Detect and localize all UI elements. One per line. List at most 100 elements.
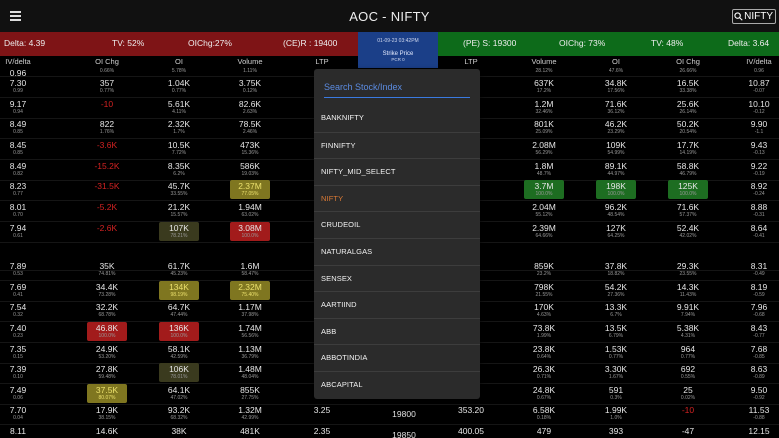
symbol-option[interactable]: CRUDEOIL <box>314 211 480 238</box>
call-volume: 78.5K 2.46% <box>230 119 270 136</box>
put-iv-sub: -0.13 <box>753 150 765 156</box>
put-oichg-value: 50.2K <box>676 119 700 129</box>
call-volume-value: 2.32M <box>238 282 262 292</box>
put-oichg-sub: 33.38% <box>679 88 697 94</box>
call-oichg-value: 14.6K <box>95 426 119 436</box>
call-oichg-sub: 80.07% <box>98 395 116 401</box>
symbol-option[interactable]: BANKNIFTY <box>314 105 480 132</box>
put-iv-value: 9.22 <box>750 161 768 171</box>
symbol-option[interactable]: ABBOTINDIA <box>314 344 480 371</box>
call-oichg-value: 46.8K <box>95 323 119 333</box>
call-volume: 1.74M 56.56% <box>230 323 270 340</box>
put-oichg: 692 0.55% <box>668 364 708 381</box>
call-oi-sub: 98.19% <box>170 292 188 298</box>
put-iv: 8.88 -0.31 <box>739 202 779 219</box>
put-volume: 2.04M 55.12% <box>524 202 564 219</box>
put-volume-sub: 100.0% <box>535 191 553 197</box>
put-oichg-value: 16.5K <box>676 78 700 88</box>
put-oi-value: 46.2K <box>604 119 628 129</box>
col-call-oichg: OI Chg <box>95 57 119 66</box>
call-oi-sub: 68.32% <box>170 415 188 421</box>
symbol-option[interactable]: FINNIFTY <box>314 131 480 159</box>
put-volume-value: 801K <box>534 119 554 129</box>
put-volume-sub: 0.71% <box>536 374 552 380</box>
call-volume-value: 1.17M <box>238 302 262 312</box>
put-tv: TV: 48% <box>651 38 684 48</box>
call-iv-sub: 0.04 <box>13 415 23 421</box>
top-bar: AOC - NIFTY NIFTY <box>0 0 779 32</box>
call-oi-value: 2.32K <box>167 119 191 129</box>
symbol-option[interactable]: ABCAPITAL <box>314 370 480 398</box>
table-row[interactable]: 8.11 14.6K 38K 481K 2.35 400.05 479 393 -47 12.15… <box>0 425 779 438</box>
put-volume-value: 24.8K <box>532 385 556 395</box>
put-oichg-sub: 7.94% <box>680 312 696 318</box>
search-stock-input[interactable] <box>324 77 470 98</box>
put-oichg: 9.91K 7.94% <box>668 302 708 319</box>
call-oichg: 34.4K 73.28% <box>87 282 127 299</box>
call-oi-value: 107K <box>169 223 189 233</box>
put-oi: 71.6K 36.12% <box>596 99 636 116</box>
put-oichg: 26.66% <box>668 68 708 75</box>
call-oichg: 35K 74.81% <box>87 261 127 278</box>
put-volume-sub: 23.2% <box>536 271 552 277</box>
call-oi: 134K 98.19% <box>159 281 199 300</box>
symbol-option[interactable]: NIFTY_MID_SELECT <box>314 158 480 185</box>
table-row[interactable]: 7.70 0.04 17.9K 38.15% 93.2K 68.32% 1.32M 42.99… <box>0 404 779 425</box>
col-put-ltp: LTP <box>464 57 478 66</box>
call-iv: 8.49 0.82 <box>0 161 38 178</box>
call-volume: 586K 19.03% <box>230 161 270 178</box>
put-volume-value: 73.8K <box>532 323 556 333</box>
call-oichg: -31.5K <box>87 181 127 191</box>
call-oichg-value: -3.6K <box>96 140 118 150</box>
call-oi-value: 64.7K <box>167 302 191 312</box>
put-volume-sub: 48.7% <box>536 171 552 177</box>
put-oichg: 17.7K 14.19% <box>668 140 708 157</box>
call-iv-sub: 0.41 <box>13 292 23 298</box>
put-iv-sub: -0.49 <box>753 271 765 277</box>
put-volume-sub: 1.99% <box>536 333 552 339</box>
put-iv-sub: -0.07 <box>753 88 765 94</box>
put-iv-sub: -1.1 <box>754 129 764 135</box>
put-oi-sub: 36.12% <box>607 109 625 115</box>
put-oichg-sub: 100.0% <box>679 191 697 197</box>
put-oichg-value: 125K <box>678 181 698 191</box>
put-ltp-value: 353.20 <box>458 405 484 415</box>
call-iv-value: 8.23 <box>9 181 27 191</box>
put-iv: 8.19 -0.59 <box>739 282 779 299</box>
call-oi-sub: 47.02% <box>170 395 188 401</box>
put-iv: 8.63 -0.89 <box>739 364 779 381</box>
call-iv-value: 8.11 <box>10 426 26 436</box>
call-volume: 3.75K 0.12% <box>230 78 270 95</box>
call-oichg: -10 <box>87 99 127 109</box>
put-iv: 10.10 -0.12 <box>739 99 779 116</box>
symbol-search-button[interactable]: NIFTY <box>732 9 776 24</box>
put-oichg-value: 692 <box>680 364 696 374</box>
call-oichg-value: 17.9K <box>95 405 119 415</box>
put-iv-sub: -0.88 <box>753 415 765 421</box>
symbol-option[interactable]: NATURALGAS <box>314 237 480 265</box>
put-iv-sub: -0.68 <box>753 312 765 318</box>
symbol-option[interactable]: SENSEX <box>314 264 480 292</box>
put-oichg: 52.4K 42.02% <box>668 223 708 240</box>
call-iv-sub: 0.53 <box>13 271 23 277</box>
put-volume: 170K 4.63% <box>524 302 564 319</box>
symbol-option[interactable]: AARTIIND <box>314 291 480 318</box>
call-iv: 7.94 0.61 <box>0 223 38 240</box>
call-iv-value: 7.30 <box>9 78 27 88</box>
symbol-option[interactable]: NIFTY <box>314 184 480 212</box>
call-volume-sub: 77.05% <box>241 191 259 197</box>
call-oichg-value: -5.2K <box>96 202 118 212</box>
put-iv: 7.96 -0.68 <box>739 302 779 319</box>
put-oi: 1.99K 1.0% <box>596 405 636 422</box>
call-volume-value: 586K <box>240 161 260 171</box>
call-iv-sub: 0.70 <box>13 212 23 218</box>
put-oichg-sub: 42.02% <box>679 233 697 239</box>
call-volume-sub: 58.47% <box>241 271 259 277</box>
call-volume-sub: 15.36% <box>241 150 259 156</box>
call-oi-value: 10.5K <box>167 140 191 150</box>
call-oi-value: 58.1K <box>167 344 191 354</box>
symbol-option[interactable]: ABB <box>314 317 480 345</box>
put-iv-sub: -0.31 <box>753 212 765 218</box>
put-oi-value: 71.6K <box>604 99 628 109</box>
call-iv-sub: 0.94 <box>13 109 23 115</box>
